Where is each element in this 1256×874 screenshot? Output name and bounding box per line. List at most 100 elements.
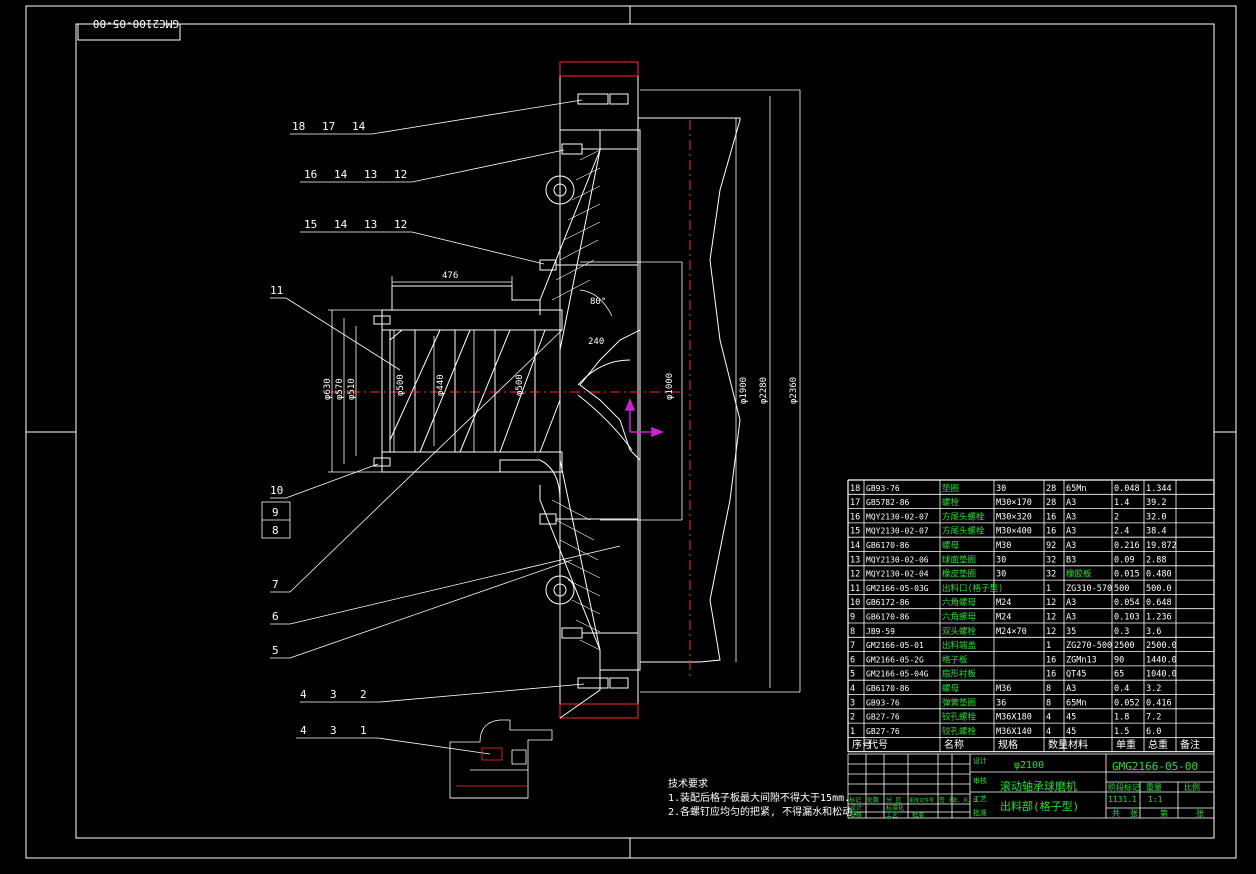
change-label-date: 年、月、日: [953, 797, 978, 804]
bom-cell: 扇形衬板: [942, 669, 977, 680]
bom-cell: 10: [850, 598, 860, 608]
bom-header-cell: 材料: [1068, 738, 1088, 751]
bom-cell: M30: [996, 541, 1011, 551]
cover-hatching: [551, 149, 601, 651]
leader-label-12: 12: [394, 218, 407, 231]
bom-cell: 65Mn: [1066, 698, 1086, 708]
bom-cell: 9: [850, 613, 855, 623]
bom-cell: 2.4: [1114, 527, 1129, 537]
bom-cell: 16: [1046, 527, 1056, 537]
leader-lines: [261, 99, 621, 755]
bom-cell: M30×400: [996, 527, 1032, 537]
side-label-approve: 批准: [973, 808, 987, 817]
bom-cell: GB5782-86: [866, 498, 910, 507]
bom-cell: 28: [1046, 498, 1056, 508]
bom-cell: 2.88: [1146, 555, 1166, 565]
bom-cell: 92: [1046, 541, 1056, 551]
bom-cell: 28: [1046, 484, 1056, 494]
bom-cell: 2: [850, 713, 855, 723]
bom-cell: GB6170-86: [866, 613, 910, 622]
bom-cell: 65Mn: [1066, 484, 1086, 494]
leader-label-13: 13: [364, 218, 377, 231]
sheet-label-2: 张: [1130, 809, 1138, 818]
bom-cell: GM2166-05-01: [866, 641, 924, 650]
dim-d630: φ630: [323, 378, 333, 400]
bom-cell: 5: [850, 670, 855, 680]
bom-cell: 45: [1066, 727, 1076, 737]
leader-label-2: 2: [360, 688, 367, 701]
dim-d500a: φ500: [396, 374, 406, 396]
bom-cell: 16: [1046, 512, 1056, 522]
bom-cell: QT45: [1066, 670, 1086, 680]
bom-cell: 500: [1114, 584, 1129, 594]
bom-cell: 1.5: [1114, 727, 1129, 737]
leader-label-4: 4: [300, 724, 307, 737]
bom-cell: A3: [1066, 527, 1076, 537]
scale-label: 比例: [1184, 782, 1200, 792]
bom-cell: 球面垫圈: [942, 554, 976, 565]
bom-cell: 铰孔螺栓: [942, 712, 977, 723]
bom-cell: 螺栓: [942, 497, 960, 508]
bom-cell: M30×320: [996, 512, 1032, 522]
bom-cell: B3: [1066, 555, 1076, 565]
role-label-review: 审核: [850, 811, 862, 819]
bom-cell: 2: [1114, 512, 1119, 522]
bom-cell: 0.015: [1114, 570, 1140, 580]
bolt-detail-view: [449, 719, 553, 799]
drawing-code-stamp: GMC2100-05-00: [77, 17, 181, 41]
stage-mark-label: 阶段标记: [1108, 782, 1140, 792]
bom-cell: 六角螺母: [942, 612, 976, 623]
role-label-standard: 标准化: [886, 804, 904, 812]
bom-cell: A3: [1066, 541, 1076, 551]
bom-header-cell: 规格: [998, 738, 1018, 751]
bom-cell: ZGMn13: [1066, 655, 1097, 665]
leader-label-16: 16: [304, 168, 317, 181]
side-label-review: 审核: [973, 776, 987, 785]
bom-cell: 格子板: [942, 654, 968, 665]
bom-cell: GB27-76: [866, 713, 900, 722]
bolt-symbols: [373, 93, 638, 689]
bom-cell: 2500.0: [1146, 641, 1177, 651]
bom-cell: 1.4: [1114, 498, 1129, 508]
dim-d1900: φ1900: [739, 377, 749, 404]
bom-cell: M36X140: [996, 727, 1032, 737]
centre-lines: [330, 120, 691, 680]
bom-cell: 1: [1046, 641, 1051, 651]
mill-discharge-section: [373, 61, 741, 719]
bom-cell: 螺母: [942, 540, 959, 551]
bom-cell: 16: [850, 512, 860, 522]
dim-d2360: φ2360: [789, 377, 799, 404]
bom-cell: 32.0: [1146, 512, 1166, 522]
bom-cell: 30: [996, 484, 1006, 494]
bom-header-cell: 备注: [1180, 738, 1200, 751]
scale-value: 1:1: [1148, 795, 1163, 804]
side-label-design: 设计: [973, 756, 987, 765]
bill-of-materials-table: 18 GB93-76 垫圈 30 28 65Mn 0.048 1.34417 GB5782-86…: [847, 479, 1215, 753]
bom-cell: 六角螺母: [942, 597, 976, 608]
dim-240: 240: [588, 337, 604, 347]
role-label-design: 设计: [850, 804, 862, 812]
bom-cell: 12: [1046, 598, 1056, 608]
bom-cell: GM2166-05-03G: [866, 584, 929, 593]
bom-cell: 30: [996, 570, 1006, 580]
dim-angle-80: 80°: [590, 297, 606, 307]
bom-cell: 1.344: [1146, 484, 1172, 494]
bom-cell: M24: [996, 598, 1011, 608]
bom-cell: MQY2130-02-07: [866, 527, 929, 536]
dim-476: 476: [442, 271, 458, 281]
bom-cell: 橡皮垫圈: [942, 569, 976, 580]
bom-cell: 7: [850, 641, 855, 651]
dim-d510: φ510: [347, 378, 357, 400]
bom-cell: 3.2: [1146, 684, 1161, 694]
bom-cell: 35: [1066, 627, 1076, 637]
bom-cell: 0.216: [1114, 541, 1140, 551]
sheet-label-1: 共: [1112, 809, 1120, 818]
bom-cell: 6.0: [1146, 727, 1161, 737]
svg-text:GMC2100-05-00: GMC2100-05-00: [93, 17, 179, 30]
bom-cell: GB93-76: [866, 698, 900, 707]
bom-cell: A3: [1066, 684, 1076, 694]
bom-cell: 螺母: [942, 683, 959, 694]
bom-cell: MQY2130-02-07: [866, 512, 929, 521]
dim-d570: φ570: [335, 378, 345, 400]
dim-d2280: φ2280: [759, 377, 769, 404]
